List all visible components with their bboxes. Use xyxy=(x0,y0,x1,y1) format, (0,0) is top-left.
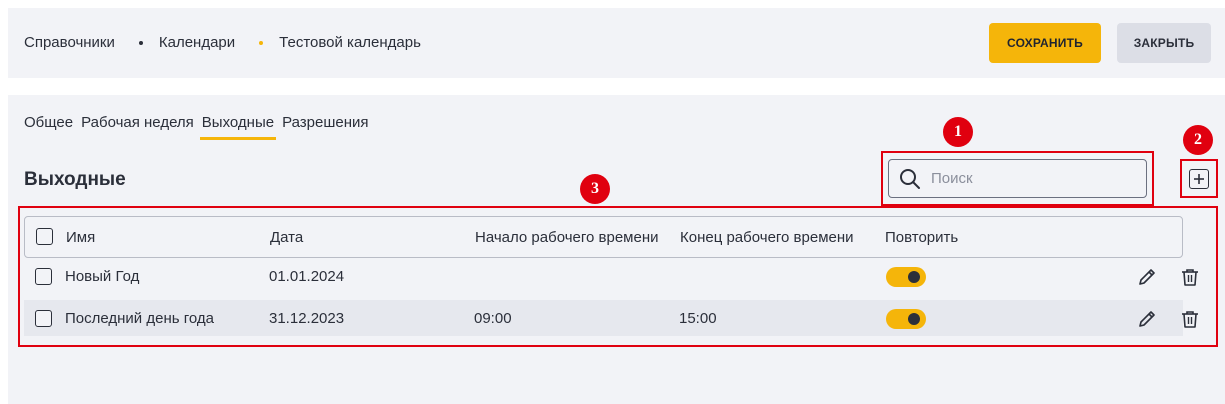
column-header-name[interactable]: Имя xyxy=(66,229,95,246)
search-field[interactable] xyxy=(888,159,1147,198)
repeat-toggle[interactable] xyxy=(886,267,926,287)
breadcrumb-separator-dot xyxy=(138,40,143,45)
trash-icon xyxy=(1182,269,1198,286)
tab-work-week[interactable]: Рабочая неделя xyxy=(81,114,194,140)
tab-permissions[interactable]: Разрешения xyxy=(282,114,368,140)
pencil-icon xyxy=(1139,269,1155,285)
table-row: Последний день года 31.12.2023 09:00 15:… xyxy=(24,300,1198,336)
trash-icon xyxy=(1182,311,1198,328)
search-icon xyxy=(900,168,920,189)
table-header: Имя Дата Начало рабочего времени Конец р… xyxy=(24,216,1183,258)
calendar-editor-panel: Общее Рабочая неделя Выходные Разрешения… xyxy=(8,95,1225,404)
section-title: Выходные xyxy=(24,169,126,190)
holiday-name: Новый Год xyxy=(65,268,140,285)
breadcrumb-item-calendars[interactable]: Календари xyxy=(159,34,235,51)
breadcrumb: Справочники Календари Тестовой календарь xyxy=(24,34,421,51)
holiday-date: 01.01.2024 xyxy=(269,268,345,285)
plus-icon xyxy=(1194,174,1204,184)
delete-button[interactable] xyxy=(1179,308,1201,330)
row-checkbox[interactable] xyxy=(35,268,52,285)
column-header-end-time[interactable]: Конец рабочего времени xyxy=(680,229,854,246)
repeat-toggle[interactable] xyxy=(886,309,926,329)
annotation-badge-3: 3 xyxy=(580,174,610,204)
column-header-repeat[interactable]: Повторить xyxy=(885,229,958,246)
select-all-checkbox[interactable] xyxy=(36,228,53,245)
tab-general[interactable]: Общее xyxy=(24,114,73,140)
table-row: Новый Год 01.01.2024 xyxy=(24,259,1198,295)
delete-button[interactable] xyxy=(1179,266,1201,288)
close-button[interactable]: ЗАКРЫТЬ xyxy=(1117,23,1211,63)
holiday-date: 31.12.2023 xyxy=(269,310,345,327)
column-header-date[interactable]: Дата xyxy=(270,229,303,246)
column-header-start-time[interactable]: Начало рабочего времени xyxy=(475,229,659,246)
holiday-start-time: 09:00 xyxy=(474,310,512,327)
tab-bar: Общее Рабочая неделя Выходные Разрешения xyxy=(24,114,377,140)
row-checkbox[interactable] xyxy=(35,310,52,327)
tab-holidays[interactable]: Выходные xyxy=(199,114,277,140)
holiday-end-time: 15:00 xyxy=(679,310,717,327)
toggle-knob xyxy=(908,313,920,325)
add-holiday-button[interactable] xyxy=(1189,169,1209,189)
annotation-badge-1: 1 xyxy=(943,117,973,147)
edit-button[interactable] xyxy=(1136,308,1158,330)
edit-button[interactable] xyxy=(1136,266,1158,288)
holiday-name: Последний день года xyxy=(65,310,214,327)
pencil-icon xyxy=(1139,311,1155,327)
search-input[interactable] xyxy=(931,170,1131,187)
toggle-knob xyxy=(908,271,920,283)
breadcrumb-item-current-calendar: Тестовой календарь xyxy=(279,34,421,51)
top-bar: Справочники Календари Тестовой календарь… xyxy=(8,8,1225,78)
breadcrumb-separator-dot xyxy=(259,40,264,45)
breadcrumb-item-directories[interactable]: Справочники xyxy=(24,34,115,51)
annotation-badge-2: 2 xyxy=(1183,125,1213,155)
save-button[interactable]: СОХРАНИТЬ xyxy=(989,23,1101,63)
